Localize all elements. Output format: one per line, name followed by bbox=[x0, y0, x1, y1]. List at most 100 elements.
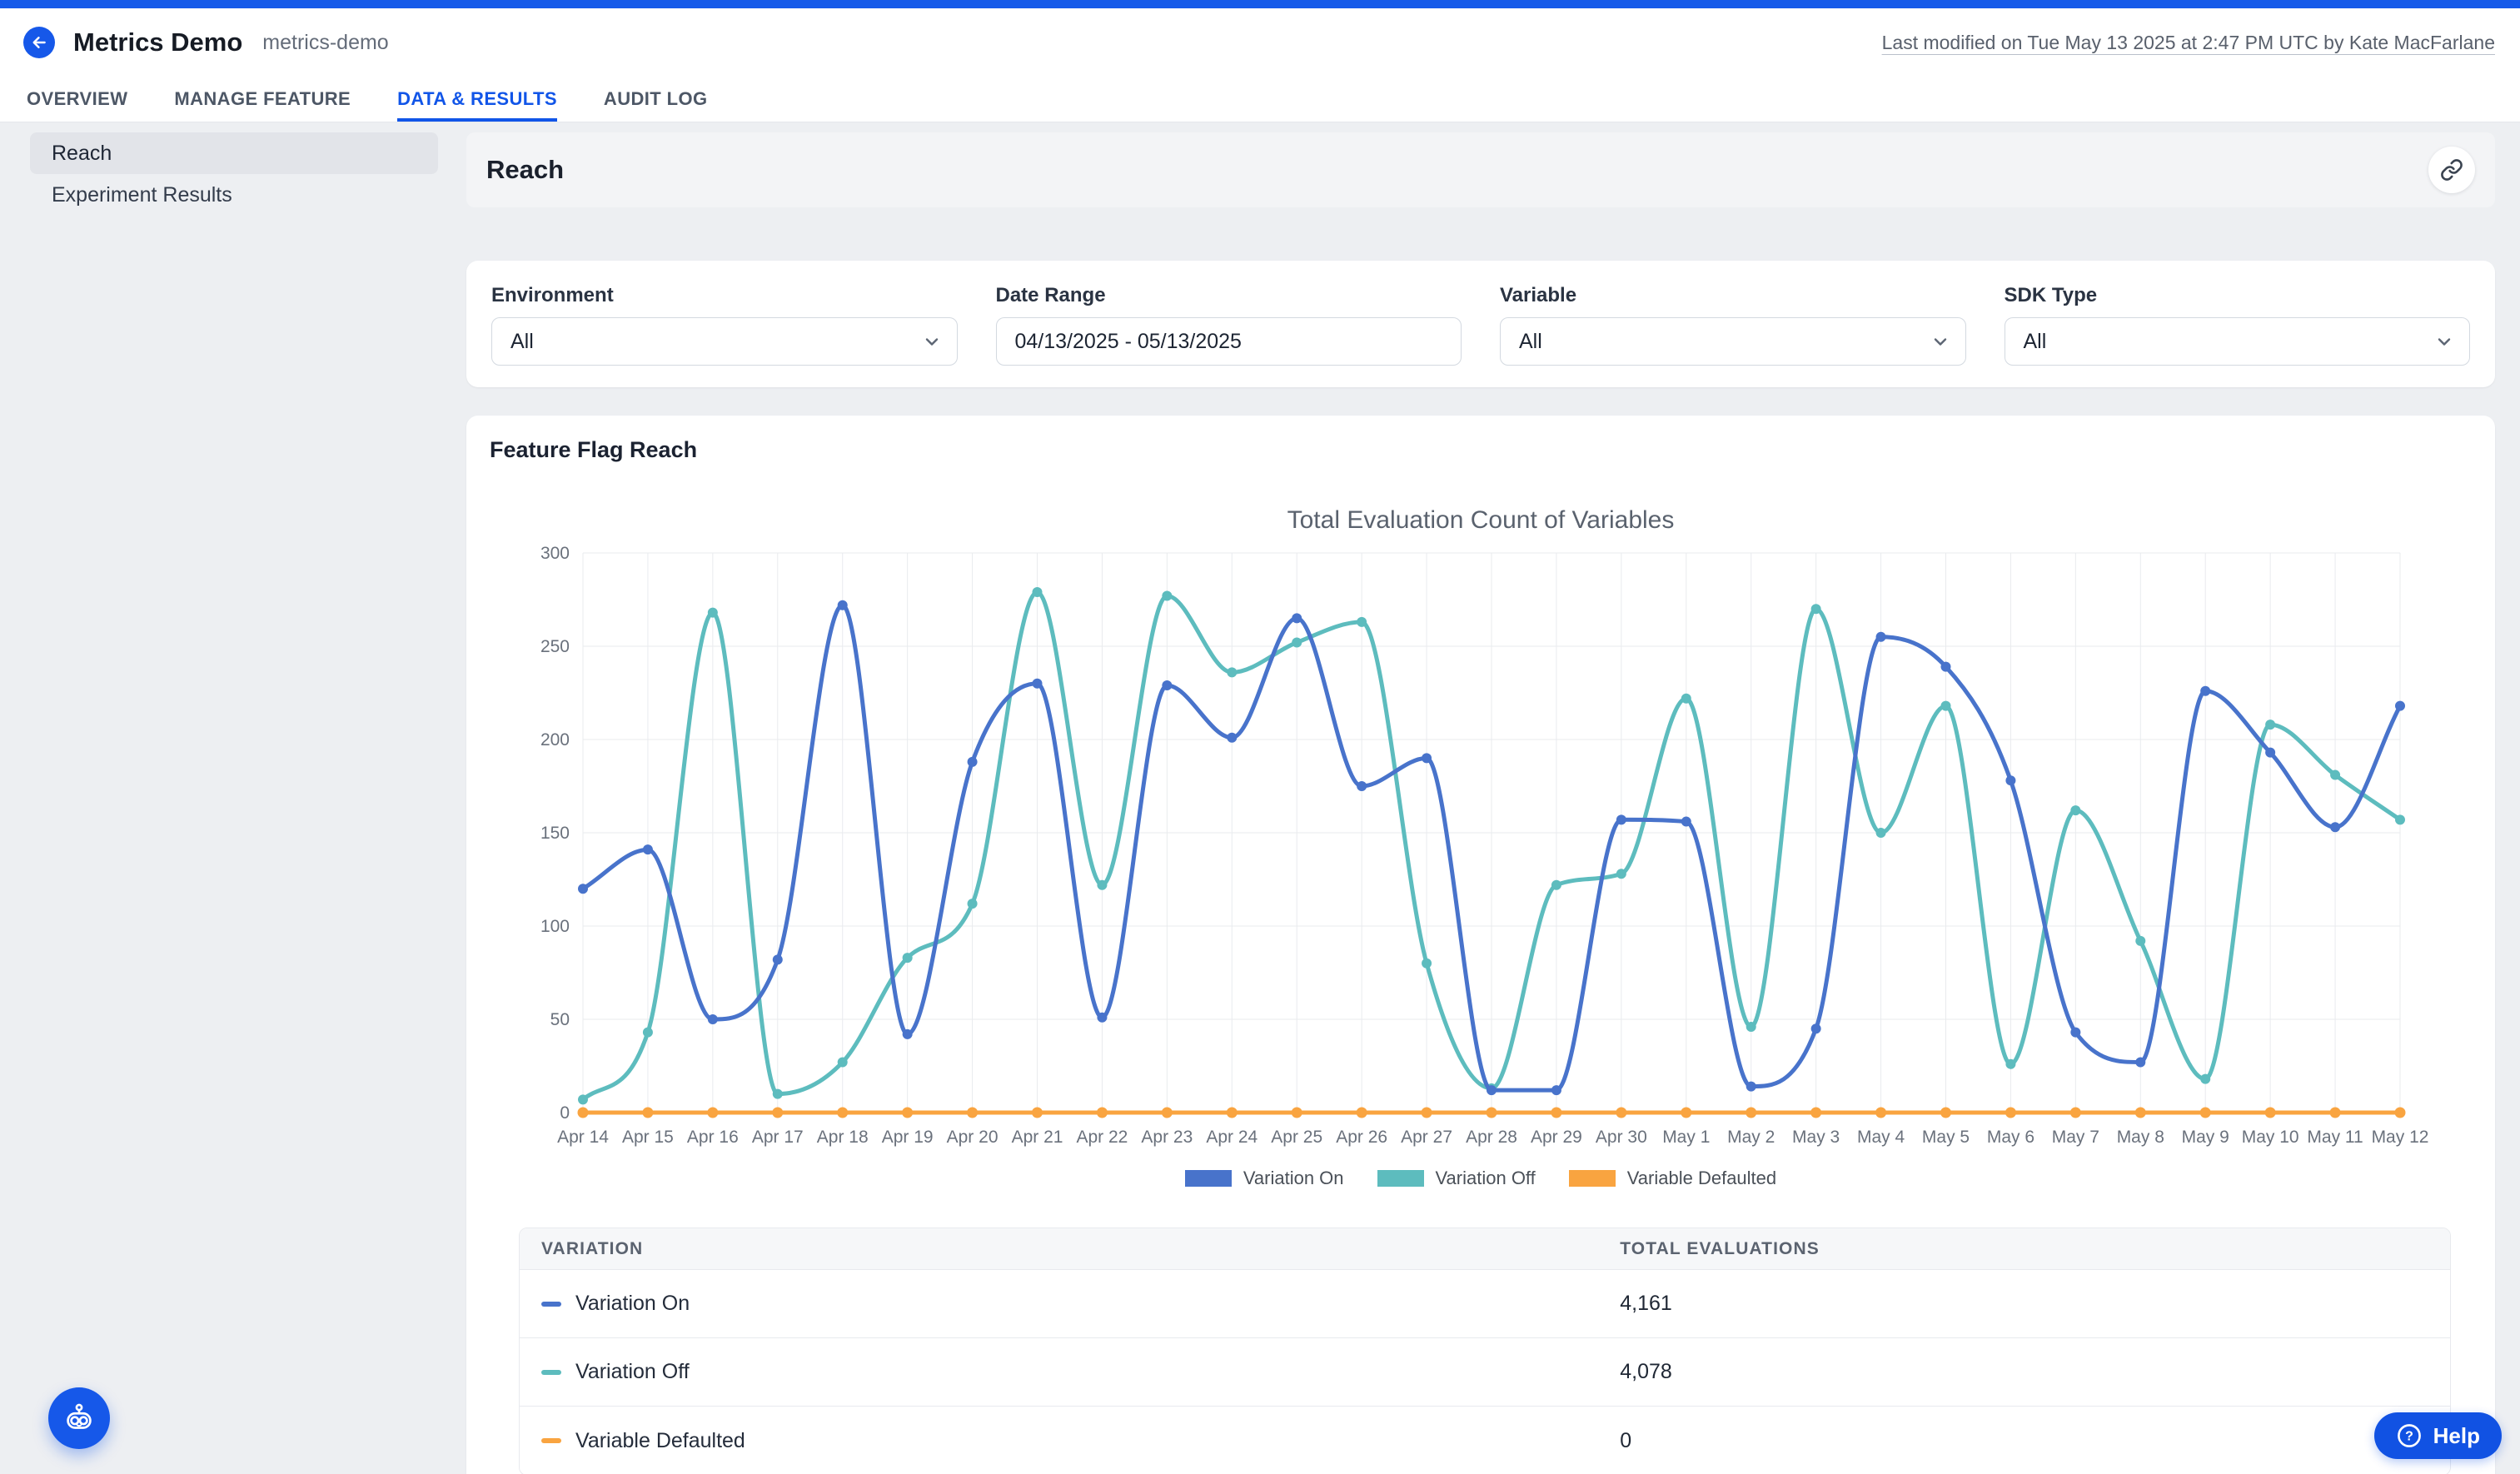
sidebar-item-experiment-results[interactable]: Experiment Results bbox=[30, 174, 438, 216]
x-tick-label: May 3 bbox=[1792, 1128, 1840, 1147]
data-point bbox=[2070, 805, 2080, 815]
variations-table: VariationTotal Evaluations Variation On 4… bbox=[519, 1228, 2451, 1474]
y-tick-label: 300 bbox=[540, 544, 570, 563]
chevron-down-icon bbox=[1930, 331, 1950, 351]
data-point bbox=[1487, 1108, 1497, 1118]
legend-swatch bbox=[1569, 1170, 1616, 1187]
data-point bbox=[1746, 1022, 1756, 1032]
x-tick-label: May 7 bbox=[2052, 1128, 2099, 1147]
sdk-type-select[interactable]: All bbox=[2005, 317, 2471, 366]
x-tick-label: May 2 bbox=[1727, 1128, 1775, 1147]
data-point bbox=[1292, 638, 1302, 648]
data-point bbox=[1551, 1085, 1561, 1095]
data-point bbox=[1162, 591, 1172, 601]
table-header-row: VariationTotal Evaluations bbox=[520, 1228, 2450, 1270]
help-button[interactable]: ? Help bbox=[2374, 1412, 2502, 1459]
data-point bbox=[2330, 1108, 2341, 1118]
ai-assistant-button[interactable] bbox=[48, 1387, 110, 1449]
data-point bbox=[1227, 1108, 1238, 1118]
data-point bbox=[1033, 587, 1043, 597]
legend-swatch bbox=[1377, 1170, 1424, 1187]
back-button[interactable] bbox=[23, 27, 55, 58]
total-evaluations-value: 4,078 bbox=[1620, 1360, 2450, 1384]
data-point bbox=[1940, 1108, 1951, 1118]
date-range-input[interactable] bbox=[996, 317, 1462, 366]
data-point bbox=[578, 884, 588, 894]
data-point bbox=[2265, 1108, 2276, 1118]
last-modified-text[interactable]: Last modified on Tue May 13 2025 at 2:47… bbox=[1882, 32, 2495, 54]
data-point bbox=[1422, 1108, 1432, 1118]
data-point bbox=[2330, 822, 2340, 832]
x-tick-label: Apr 25 bbox=[1271, 1128, 1322, 1147]
x-tick-label: Apr 23 bbox=[1141, 1128, 1193, 1147]
environment-select[interactable]: All bbox=[491, 317, 958, 366]
data-point bbox=[1033, 679, 1043, 689]
data-point bbox=[773, 1089, 783, 1099]
data-point bbox=[2200, 686, 2210, 696]
x-tick-label: Apr 14 bbox=[557, 1128, 609, 1147]
variation-name: Variation On bbox=[575, 1292, 690, 1316]
filters-card: EnvironmentAll Date Range VariableAll SDK T… bbox=[466, 261, 2495, 387]
variation-name: Variation Off bbox=[575, 1360, 690, 1384]
y-tick-label: 200 bbox=[540, 730, 570, 749]
chevron-down-icon bbox=[922, 331, 942, 351]
y-tick-label: 100 bbox=[540, 917, 570, 936]
filter-label: SDK Type bbox=[2005, 284, 2471, 307]
variation-cell: Variation On bbox=[520, 1292, 1620, 1316]
tab-data-results[interactable]: DATA & RESULTS bbox=[397, 77, 557, 122]
tab-manage-feature[interactable]: MANAGE FEATURE bbox=[174, 77, 351, 122]
legend-item-variation-off[interactable]: Variation Off bbox=[1377, 1168, 1536, 1189]
tab-audit-log[interactable]: AUDIT LOG bbox=[604, 77, 708, 122]
x-tick-label: Apr 30 bbox=[1596, 1128, 1647, 1147]
selected-value: All bbox=[510, 330, 534, 354]
page-slug: metrics-demo bbox=[262, 31, 388, 55]
data-point bbox=[1357, 781, 1367, 791]
data-point bbox=[2070, 1108, 2081, 1118]
data-point bbox=[1941, 662, 1951, 672]
tab-overview[interactable]: OVERVIEW bbox=[27, 77, 127, 122]
table-body: Variation On 4,161 Variation Off 4,078 Varia… bbox=[520, 1270, 2450, 1474]
chart-title: Total Evaluation Count of Variables bbox=[490, 506, 2472, 535]
x-tick-label: Apr 20 bbox=[947, 1128, 999, 1147]
y-tick-label: 150 bbox=[540, 824, 570, 843]
data-point bbox=[1357, 1108, 1367, 1118]
filter-environment: EnvironmentAll bbox=[491, 284, 958, 366]
data-point bbox=[2005, 775, 2015, 785]
x-tick-label: Apr 19 bbox=[882, 1128, 934, 1147]
data-point bbox=[1681, 694, 1691, 704]
data-point bbox=[1616, 1108, 1626, 1118]
page-title: Metrics Demo bbox=[73, 27, 242, 57]
data-point bbox=[1422, 753, 1432, 763]
legend-item-variable-defaulted[interactable]: Variable Defaulted bbox=[1569, 1168, 1776, 1189]
data-point bbox=[578, 1094, 588, 1104]
x-tick-label: May 11 bbox=[2307, 1128, 2363, 1147]
table-header-total-evaluations: Total Evaluations bbox=[1620, 1239, 2450, 1259]
data-point bbox=[1551, 1108, 1561, 1118]
data-point bbox=[1292, 1108, 1302, 1118]
data-point bbox=[1097, 1013, 1107, 1023]
data-point bbox=[903, 1029, 913, 1039]
data-point bbox=[1876, 632, 1886, 642]
variation-name: Variable Defaulted bbox=[575, 1429, 745, 1453]
chart-gridlines bbox=[583, 553, 2400, 1113]
data-point bbox=[2135, 1108, 2146, 1118]
data-point bbox=[2395, 1108, 2406, 1118]
variable-select[interactable]: All bbox=[1500, 317, 1966, 366]
total-evaluations-value: 4,161 bbox=[1620, 1292, 2450, 1316]
filter-variable: VariableAll bbox=[1500, 284, 1966, 366]
filter-date-range: Date Range bbox=[996, 284, 1462, 366]
reach-chart[interactable]: 050100150200250300Apr 14Apr 15Apr 16Apr … bbox=[490, 540, 2472, 1156]
legend-item-variation-on[interactable]: Variation On bbox=[1185, 1168, 1344, 1189]
sidebar-item-reach[interactable]: Reach bbox=[30, 132, 438, 174]
data-point bbox=[642, 1108, 653, 1118]
data-point bbox=[1681, 817, 1691, 827]
x-tick-label: Apr 27 bbox=[1401, 1128, 1452, 1147]
data-point bbox=[1097, 880, 1107, 890]
filter-label: Date Range bbox=[996, 284, 1462, 307]
legend-label: Variable Defaulted bbox=[1627, 1168, 1776, 1189]
chart-card-title: Feature Flag Reach bbox=[490, 437, 2472, 463]
data-point bbox=[708, 1014, 718, 1024]
x-tick-label: May 8 bbox=[2117, 1128, 2164, 1147]
data-point bbox=[1292, 613, 1302, 623]
copy-link-button[interactable] bbox=[2428, 147, 2475, 193]
